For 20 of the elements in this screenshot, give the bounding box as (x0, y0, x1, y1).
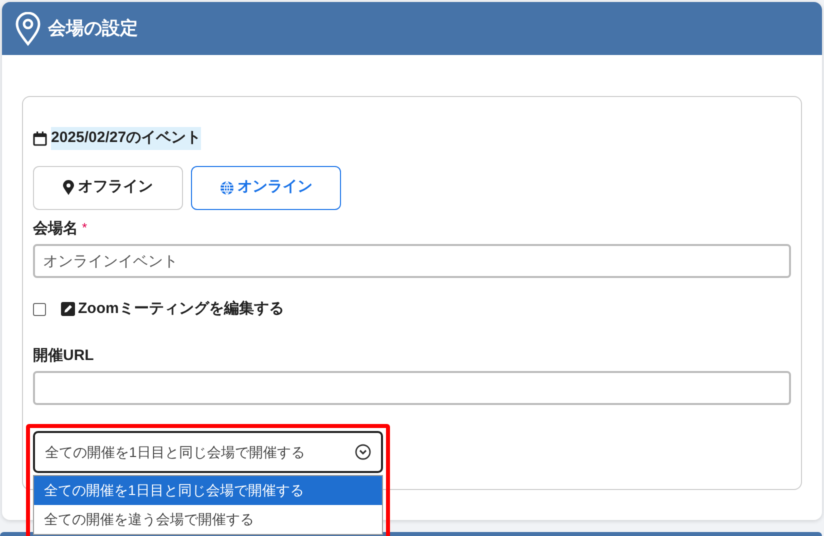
zoom-edit-label: Zoomミーティングを編集する (78, 299, 284, 319)
required-mark: * (82, 218, 88, 236)
venue-name-field[interactable]: オンラインイベント (33, 244, 791, 278)
event-date: 2025/02/27のイベント (51, 127, 202, 150)
url-field[interactable] (33, 371, 791, 405)
globe-icon (220, 180, 234, 194)
chevron-circle-icon (355, 444, 371, 460)
location-pin-icon (14, 12, 42, 46)
calendar-icon (33, 130, 47, 146)
dropdown-option[interactable]: 全ての開催を違う会場で開催する (34, 505, 382, 534)
mode-button[interactable]: オンライン (191, 166, 341, 210)
location-pin-icon (63, 180, 74, 195)
dropdown-option[interactable]: 全ての開催を1日目と同じ会場で開催する (34, 476, 382, 505)
edit-icon (61, 302, 75, 316)
panel-title: 会場の設定 (48, 17, 138, 40)
field-label: 開催URL (33, 346, 95, 366)
zoom-checkbox[interactable] (33, 302, 46, 316)
venue-select[interactable]: 全ての開催を1日目と同じ会場で開催する (33, 431, 383, 473)
field-label: 会場名 (33, 218, 78, 238)
mode-button[interactable]: オフライン (33, 166, 183, 210)
